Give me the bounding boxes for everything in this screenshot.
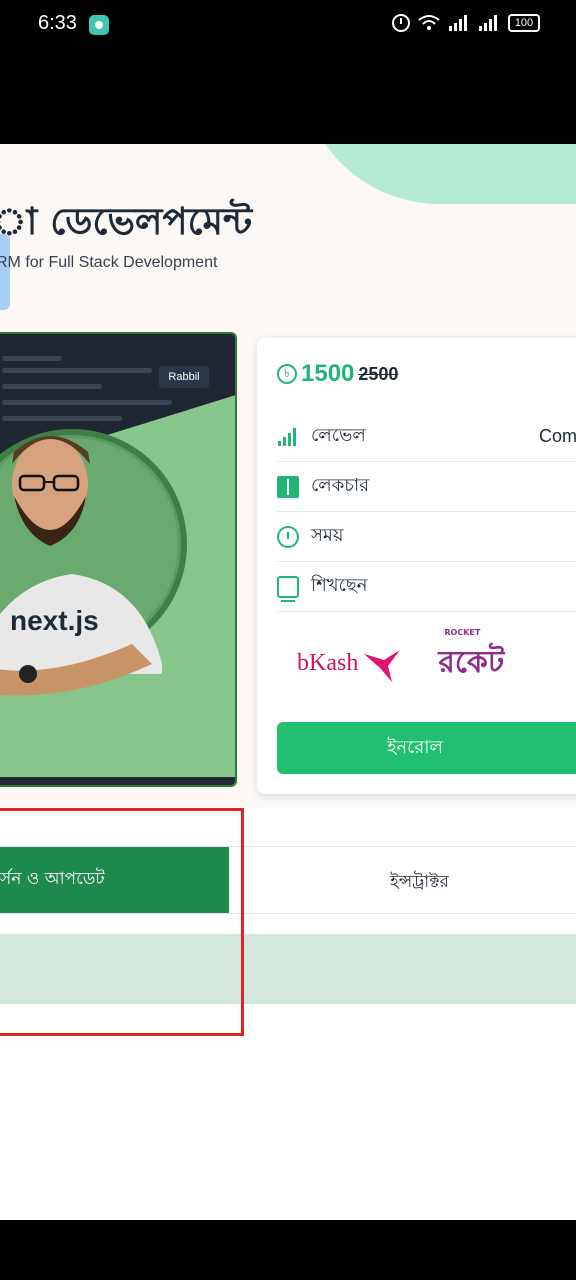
course-thumbnail: Rabbil next.js — [0, 332, 237, 787]
signal-bars-icon — [277, 426, 299, 448]
highlight-annotation-box — [0, 808, 244, 1036]
bkash-logo: bKash — [297, 644, 402, 684]
signal-icon-2 — [479, 15, 497, 31]
thumbnail-nextjs-text: next.js — [10, 605, 99, 636]
course-subtitle: RM for Full Stack Development — [0, 254, 218, 271]
info-row-level: লেভেল Com — [277, 412, 576, 462]
rocket-logo: ROCKET রকেট — [438, 628, 505, 680]
course-title: া ডেভেলপমেন্ট — [0, 200, 253, 243]
alarm-icon — [392, 14, 410, 32]
book-icon — [277, 475, 299, 498]
signal-icon — [449, 15, 467, 31]
info-value-level: Com — [538, 426, 576, 446]
screen-icon — [277, 575, 299, 602]
info-label-duration: সময় — [311, 525, 344, 546]
course-page: া ডেভেলপমেন্ট RM for Full Stack Developm… — [0, 144, 576, 1220]
info-label-lecture: লেকচার — [311, 475, 370, 496]
status-icons: 100 — [392, 14, 540, 32]
navigation-bar — [0, 1220, 576, 1280]
old-price: 2500 — [358, 363, 399, 384]
battery-icon: 100 — [508, 14, 540, 32]
status-bar: 6:33 100 — [0, 0, 576, 144]
info-label-level: লেভেল — [311, 425, 366, 446]
current-price: 1500 — [301, 360, 355, 387]
info-row-learners: শিখছেন — [277, 562, 576, 612]
info-row-duration: সময় — [277, 512, 576, 562]
price-card: ৳ 1500 2500 লেভেল Com লেকচার সময় শিখছেন — [257, 338, 576, 794]
app-notification-icon — [89, 15, 109, 35]
thumbnail-illustration: next.js — [0, 395, 235, 785]
thumbnail-bottom-bar — [0, 777, 235, 785]
info-row-lecture: লেকচার — [277, 462, 576, 512]
price-row: ৳ 1500 2500 — [277, 360, 398, 388]
wifi-icon — [418, 15, 440, 30]
enroll-button[interactable]: ইনরোল — [277, 722, 576, 774]
status-time: 6:33 — [38, 12, 77, 34]
taka-icon: ৳ — [277, 364, 297, 384]
info-label-learners: শিখছেন — [311, 575, 368, 596]
bkash-bird-icon — [364, 649, 401, 682]
tab-instructor[interactable]: ইন্সট্রাক্টর — [390, 869, 449, 897]
clock-icon — [277, 525, 299, 548]
payment-logos: bKash ROCKET রকেট — [297, 628, 505, 689]
